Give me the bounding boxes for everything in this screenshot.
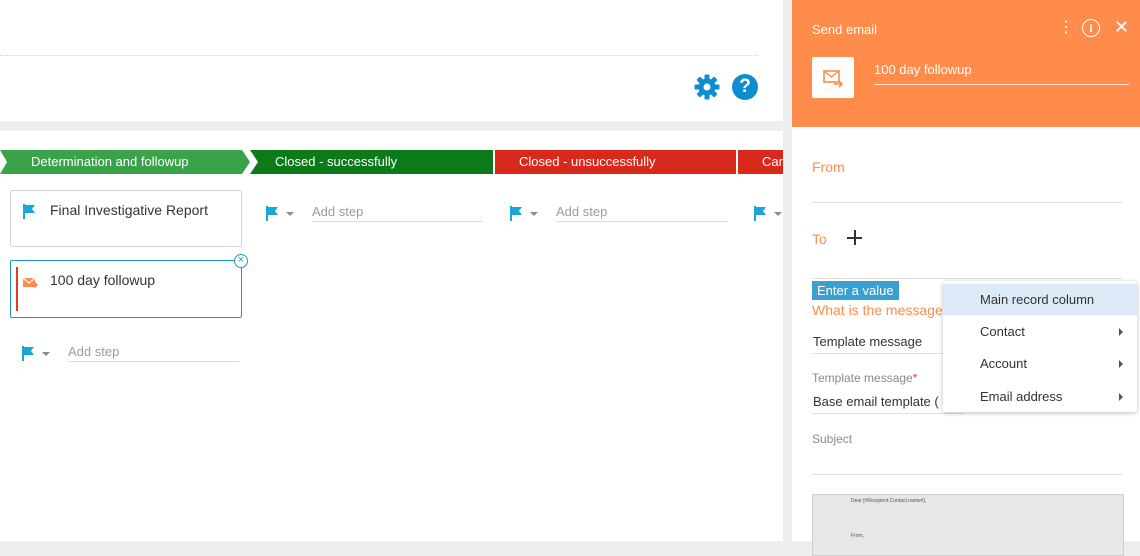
menu-item-contact[interactable]: Contact: [943, 316, 1137, 347]
menu-item-account[interactable]: Account: [943, 348, 1137, 379]
message-type-field[interactable]: [812, 353, 964, 354]
info-icon[interactable]: i: [1082, 19, 1100, 37]
send-email-icon: [812, 57, 854, 98]
template-value[interactable]: Base email template (: [813, 394, 939, 409]
step-name-field[interactable]: 100 day followup: [874, 62, 1129, 85]
stage-label: Determination and followup: [31, 154, 189, 169]
template-label: Template message*: [812, 371, 918, 385]
process-designer: Determination and followup Closed - succ…: [0, 131, 783, 541]
add-step-input[interactable]: Add step: [68, 344, 239, 362]
from-field[interactable]: [812, 202, 1122, 203]
flag-icon[interactable]: [753, 206, 767, 221]
preview-line: Dear [#Recipient.Contact.name#],: [851, 498, 927, 504]
chevron-down-icon[interactable]: [530, 212, 538, 216]
flag-icon: [23, 204, 35, 219]
page-header: ?: [0, 0, 783, 121]
step-card-title: Final Investigative Report: [50, 202, 208, 218]
template-field[interactable]: [812, 413, 964, 414]
stage-label: Closed - successfully: [275, 154, 398, 169]
subject-label: Subject: [812, 432, 853, 446]
stage-closed-successfully[interactable]: Closed - successfully: [250, 150, 493, 174]
step-card-final-investigative-report[interactable]: Final Investigative Report: [10, 190, 242, 247]
to-label: To: [812, 231, 827, 247]
to-field[interactable]: [812, 278, 1122, 279]
more-options-icon[interactable]: ⋮: [1058, 19, 1074, 37]
preview-line: From,: [851, 533, 865, 539]
message-type-value[interactable]: Template message: [813, 334, 922, 349]
menu-item-label: Email address: [980, 389, 1063, 404]
subject-field[interactable]: [812, 474, 1122, 475]
header-divider: [0, 55, 758, 56]
stage-label: Closed - unsuccessfully: [519, 154, 656, 169]
remove-step-icon[interactable]: ×: [234, 254, 248, 268]
send-email-icon: [22, 277, 38, 289]
menu-item-label: Main record column: [980, 292, 1095, 307]
chevron-down-icon[interactable]: [286, 212, 294, 216]
menu-item-email-address[interactable]: Email address: [943, 381, 1137, 412]
stage-label: Can: [762, 154, 783, 169]
from-label: From: [812, 159, 845, 175]
menu-item-label: Contact: [980, 324, 1025, 339]
add-recipient-icon[interactable]: [847, 230, 862, 245]
stage-determination-and-followup[interactable]: Determination and followup: [0, 150, 250, 174]
stage-closed-unsuccessfully[interactable]: Closed - unsuccessfully: [495, 150, 736, 174]
recipient-source-menu: Main record column Contact Account Email…: [943, 281, 1137, 412]
email-body-preview[interactable]: Dear [#Recipient.Contact.name#], From,: [812, 494, 1124, 556]
menu-item-label: Account: [980, 356, 1027, 371]
gear-icon[interactable]: [694, 74, 720, 100]
panel-title: Send email: [812, 22, 878, 37]
chevron-down-icon[interactable]: [774, 212, 782, 216]
add-step-input[interactable]: Add step: [312, 204, 483, 222]
chevron-right-icon: [1119, 328, 1123, 336]
step-card-100-day-followup[interactable]: 100 day followup: [10, 260, 242, 318]
chevron-right-icon: [1119, 360, 1123, 368]
panel-header: Send email ⋮ i ✕ 100 day followup: [792, 0, 1140, 127]
send-email-panel: Send email ⋮ i ✕ 100 day followup From T…: [792, 0, 1140, 556]
panel-divider: [783, 0, 792, 541]
flag-icon[interactable]: [21, 346, 35, 361]
close-icon[interactable]: ✕: [1114, 18, 1129, 36]
message-question-label: What is the message: [812, 302, 943, 318]
flag-icon[interactable]: [509, 206, 523, 221]
active-indicator: [16, 267, 18, 311]
chevron-down-icon[interactable]: [42, 352, 50, 356]
stage-truncated[interactable]: Can: [738, 150, 783, 174]
step-card-title: 100 day followup: [50, 272, 156, 288]
add-step-input[interactable]: Add step: [556, 204, 727, 222]
chevron-right-icon: [1119, 393, 1123, 401]
flag-icon[interactable]: [265, 206, 279, 221]
required-marker: *: [912, 371, 918, 385]
question-mark-icon[interactable]: ?: [732, 74, 758, 100]
enter-value-chip[interactable]: Enter a value: [812, 281, 899, 300]
menu-item-main-record-column[interactable]: Main record column: [943, 284, 1137, 315]
